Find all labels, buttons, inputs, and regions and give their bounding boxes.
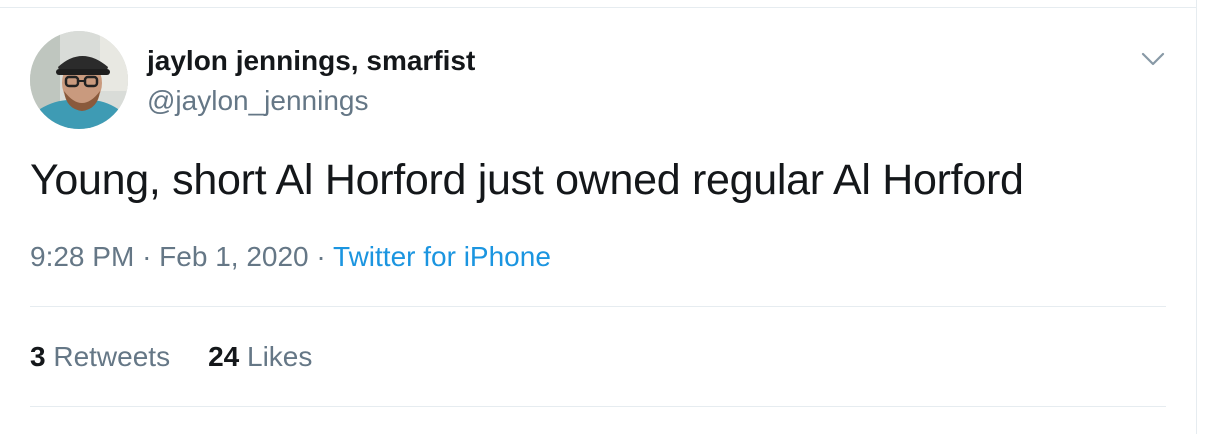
divider [30,406,1166,407]
avatar[interactable] [30,31,128,129]
retweets-stat[interactable]: 3 Retweets [30,341,170,372]
likes-stat[interactable]: 24 Likes [208,341,312,372]
tweet-card: jaylon jennings, smarfist @jaylon_jennin… [0,0,1212,434]
meta-separator: · [316,241,326,272]
tweet-text: Young, short Al Horford just owned regul… [30,156,1024,204]
avatar-image [30,31,128,129]
author-handle[interactable]: @jaylon_jennings [147,84,368,118]
tweet-menu-button[interactable] [1138,48,1168,70]
tweet-stats: 3 Retweets 24 Likes [30,340,312,374]
retweets-count: 3 [30,341,46,372]
divider [30,306,1166,307]
card-top-border [0,7,1197,8]
chevron-down-icon [1141,52,1165,66]
tweet-time[interactable]: 9:28 PM [30,241,134,272]
tweet-date[interactable]: Feb 1, 2020 [159,241,308,272]
likes-count: 24 [208,341,240,372]
card-right-border [1196,0,1197,434]
author-display-name[interactable]: jaylon jennings, smarfist [147,44,475,78]
tweet-meta: 9:28 PM · Feb 1, 2020 · Twitter for iPho… [30,240,551,274]
likes-label: Likes [247,341,313,372]
meta-separator: · [142,241,152,272]
retweets-label: Retweets [53,341,171,372]
tweet-source-link[interactable]: Twitter for iPhone [333,241,551,272]
